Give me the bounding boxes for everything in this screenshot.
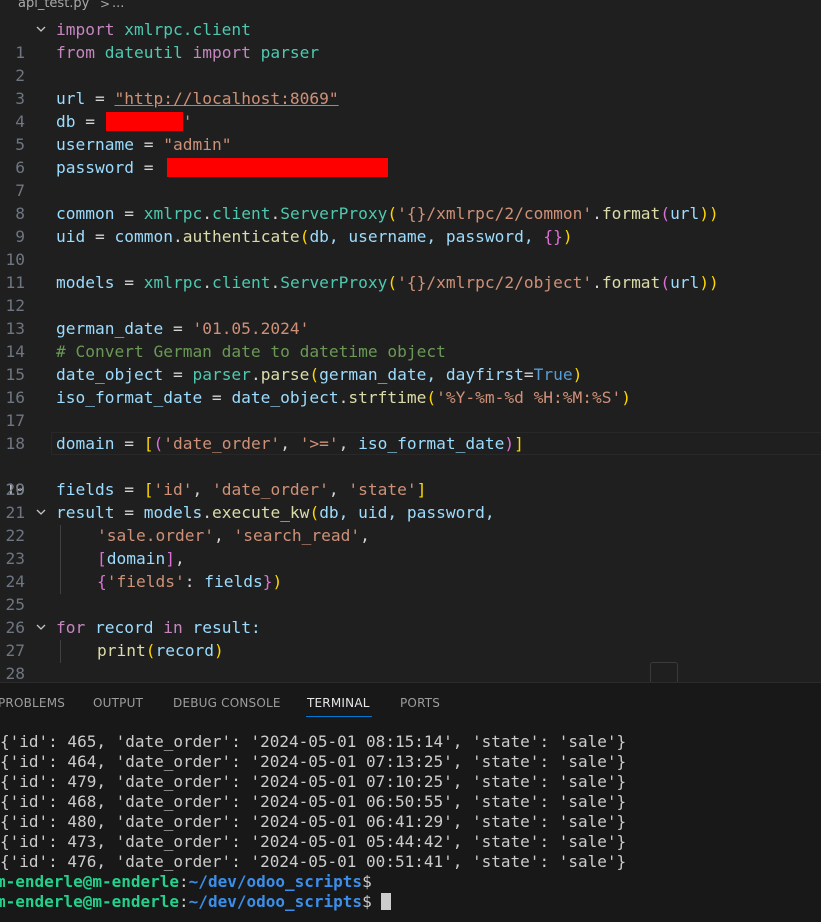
terminal-output-line: {'id': 480, 'date_order': '2024-05-01 06… (0, 812, 627, 831)
fold-chevron-icon[interactable] (33, 501, 49, 524)
active-tab-indicator (306, 716, 372, 717)
terminal-output-line: {'id': 473, 'date_order': '2024-05-01 05… (0, 832, 627, 851)
code-line-12[interactable]: 12 models = xmlrpc.client.ServerProxy('{… (0, 271, 821, 315)
breadcrumb-separator-icon: > (100, 0, 111, 11)
terminal-output-line: {'id': 464, 'date_order': '2024-05-01 07… (0, 752, 627, 771)
fold-chevron-icon[interactable] (33, 18, 49, 41)
code-line-9[interactable]: 9 common = xmlrpc.client.ServerProxy('{}… (0, 202, 821, 246)
code-line-19[interactable]: 19 domain = [('date_order', '>=', iso_fo… (0, 432, 821, 499)
code-line-24[interactable]: 24 [domain], (0, 547, 821, 591)
code-text: username = "admin" (56, 135, 232, 154)
breadcrumb-more[interactable]: ... (112, 0, 124, 11)
code-line-11[interactable]: 11 (0, 248, 821, 292)
tab-ports[interactable]: PORTS (400, 696, 440, 710)
code-line-8[interactable]: 8 (0, 179, 821, 223)
code-line-23[interactable]: 23 'sale.order', 'search_read', (0, 524, 821, 568)
terminal-output-line: {'id': 476, 'date_order': '2024-05-01 00… (0, 852, 627, 871)
code-line-16[interactable]: 16 date_object = parser.parse(german_dat… (0, 363, 821, 407)
code-text: domain = [('date_order', '>=', iso_forma… (56, 434, 524, 453)
redaction-box (106, 112, 183, 131)
code-line-27[interactable]: 27 for record in result: (0, 616, 821, 660)
code-line-1[interactable]: 1 import xmlrpc.client (0, 18, 821, 62)
code-line-22[interactable]: 22 result = models.execute_kw(db, uid, p… (0, 501, 821, 545)
code-text: date_object = parser.parse(german_date, … (56, 365, 583, 384)
code-text: from dateutil import parser (56, 43, 320, 62)
tab-debug-console[interactable]: DEBUG CONSOLE (173, 696, 281, 710)
code-line-10[interactable]: 10 uid = common.authenticate(db, usernam… (0, 225, 821, 269)
code-text: iso_format_date = date_object.strftime('… (56, 388, 632, 407)
terminal-output-line: {'id': 479, 'date_order': '2024-05-01 07… (0, 772, 627, 791)
fold-chevron-icon[interactable] (33, 616, 49, 639)
code-editor[interactable]: 1 import xmlrpc.client 2 from dateutil i… (0, 18, 821, 683)
code-text: common = xmlrpc.client.ServerProxy('{}/x… (56, 204, 719, 223)
code-text: print(record) (97, 641, 224, 660)
terminal-output-line: {'id': 465, 'date_order': '2024-05-01 08… (0, 732, 627, 751)
terminal-prompt-line[interactable]: m-enderle@m-enderle:~/dev/odoo_scripts$ (0, 892, 392, 912)
code-line-18[interactable]: 18 (0, 409, 821, 453)
redaction-box (167, 158, 388, 177)
code-line-14[interactable]: 14 german_date = '01.05.2024' (0, 317, 821, 361)
code-line-6[interactable]: 6 username = "admin" (0, 133, 821, 177)
terminal-prompt-line: m-enderle@m-enderle:~/dev/odoo_scripts$ (0, 872, 372, 891)
code-text: for record in result: (56, 618, 261, 637)
breadcrumb-file[interactable]: api_test.py (18, 0, 89, 11)
code-comment: # Convert German date to datetime object (56, 342, 446, 361)
code-text: url = "http://localhost:8069" (56, 89, 339, 108)
code-line-28[interactable]: 28 print(record) (0, 639, 821, 683)
code-line-15[interactable]: 15 # Convert German date to datetime obj… (0, 340, 821, 384)
code-line-17[interactable]: 17 iso_format_date = date_object.strftim… (0, 386, 821, 430)
code-text: password = (56, 158, 164, 177)
code-line-2[interactable]: 2 from dateutil import parser (0, 41, 821, 85)
tab-terminal[interactable]: TERMINAL (307, 696, 370, 710)
code-text: [domain], (97, 549, 185, 568)
code-line-3[interactable]: 3 (0, 64, 821, 108)
code-text: {'fields': fields}) (97, 572, 283, 591)
code-text: uid = common.authenticate(db, username, … (56, 227, 573, 246)
terminal-output-line: {'id': 468, 'date_order': '2024-05-01 06… (0, 792, 627, 811)
code-text: import xmlrpc.client (56, 20, 251, 39)
code-line-25[interactable]: 25 {'fields': fields}) (0, 570, 821, 614)
code-line-20[interactable]: 20 (0, 455, 821, 499)
bottom-panel: PROBLEMS OUTPUT DEBUG CONSOLE TERMINAL P… (0, 682, 821, 922)
code-line-4[interactable]: 4 url = "http://localhost:8069" (0, 87, 821, 131)
terminal-cursor (381, 893, 392, 910)
code-text: result = models.execute_kw(db, uid, pass… (56, 503, 495, 522)
code-text: models = xmlrpc.client.ServerProxy('{}/x… (56, 273, 719, 292)
breadcrumb: api_test.py > ... (0, 0, 821, 14)
code-text: german_date = '01.05.2024' (56, 319, 310, 338)
code-line-21[interactable]: 21 fields = ['id', 'date_order', 'state'… (0, 478, 821, 522)
code-text: fields = ['id', 'date_order', 'state'] (56, 480, 427, 499)
tab-problems[interactable]: PROBLEMS (0, 696, 65, 710)
code-line-26[interactable]: 26 (0, 593, 821, 637)
code-line-5[interactable]: 5 db = ' (0, 110, 821, 154)
code-line-13[interactable]: 13 (0, 294, 821, 338)
code-text: 'sale.order', 'search_read', (97, 526, 370, 545)
code-line-7[interactable]: 7 password = (0, 156, 821, 200)
tab-output[interactable]: OUTPUT (93, 696, 143, 710)
panel-tabs: PROBLEMS OUTPUT DEBUG CONSOLE TERMINAL P… (0, 683, 821, 719)
